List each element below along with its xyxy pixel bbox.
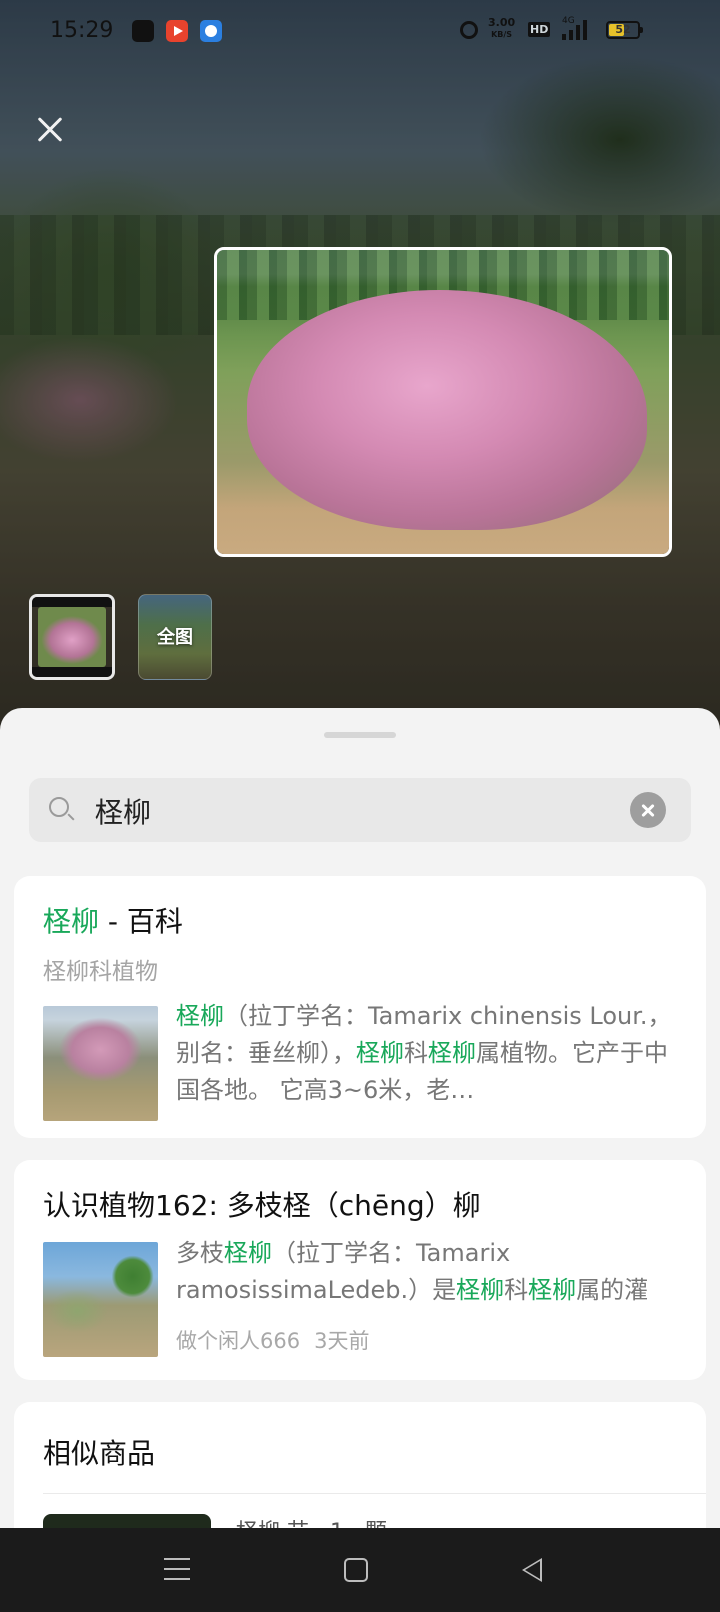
full-image-thumbnail[interactable]: 全图 bbox=[138, 594, 212, 680]
desc-part: 柽柳 bbox=[356, 1039, 404, 1067]
desc-part: 柽柳 bbox=[528, 1276, 577, 1304]
alarm-icon bbox=[460, 21, 478, 39]
desc-part: 柽柳 bbox=[176, 1002, 224, 1030]
network-speed: 3.00 KB/S bbox=[488, 17, 515, 40]
thumb-letterbox-top bbox=[32, 597, 112, 607]
qq-notification-icon bbox=[132, 20, 154, 42]
result-thumbnail bbox=[43, 1006, 158, 1121]
pink-shrub bbox=[247, 290, 647, 530]
network-speed-unit: KB/S bbox=[491, 30, 513, 39]
status-time: 15:29 bbox=[50, 18, 114, 43]
divider bbox=[43, 1493, 706, 1494]
result-description: 多枝柽柳（拉丁学名：Tamarix ramosissimaLedeb.）是柽柳科… bbox=[176, 1235, 672, 1309]
battery-icon: 52 bbox=[606, 21, 643, 39]
result-card-encyclopedia[interactable]: 柽柳 - 百科 柽柳科植物 柽柳（拉丁学名：Tamarix chinensis … bbox=[14, 876, 706, 1138]
similar-products-card: 相似商品 柽柳 苗 · 1 · 颗 bbox=[14, 1402, 706, 1528]
result-title: 认识植物162: 多枝柽（chēng）柳 bbox=[43, 1189, 481, 1222]
close-icon[interactable] bbox=[30, 110, 70, 150]
crop-thumbnail[interactable] bbox=[29, 594, 115, 680]
full-image-label: 全图 bbox=[157, 627, 193, 648]
result-title-suffix: - 百科 bbox=[99, 905, 183, 938]
back-icon[interactable] bbox=[522, 1558, 542, 1582]
similar-products-title: 相似商品 bbox=[43, 1437, 156, 1470]
hd-badge: HD bbox=[528, 22, 551, 37]
result-thumbnail bbox=[43, 1242, 158, 1357]
results-sheet: 柽柳 - 百科 柽柳科植物 柽柳（拉丁学名：Tamarix chinensis … bbox=[0, 708, 720, 1528]
search-bar[interactable] bbox=[29, 778, 691, 842]
search-icon bbox=[49, 797, 69, 817]
desc-part: 科 bbox=[404, 1039, 428, 1067]
thumb-letterbox-bottom bbox=[32, 667, 112, 677]
product-name[interactable]: 柽柳 苗 · 1 · 颗 bbox=[236, 1514, 387, 1528]
menu-icon[interactable] bbox=[164, 1558, 190, 1580]
cropped-plant-photo bbox=[217, 250, 669, 554]
browser-notification-icon bbox=[200, 20, 222, 42]
crop-thumbnail-image bbox=[38, 607, 106, 667]
network-speed-value: 3.00 bbox=[488, 16, 516, 29]
product-thumbnail[interactable] bbox=[43, 1514, 211, 1528]
desc-part: 柽柳 bbox=[456, 1276, 505, 1304]
result-title: 柽柳 - 百科 bbox=[43, 900, 183, 940]
result-time: 3天前 bbox=[314, 1329, 370, 1353]
status-bar: 15:29 3.00 KB/S HD 4G 52 bbox=[0, 0, 720, 64]
system-navigation-bar bbox=[0, 1528, 720, 1612]
home-icon[interactable] bbox=[344, 1558, 368, 1582]
video-app-notification-icon bbox=[166, 20, 188, 42]
result-meta: 做个闲人666 3天前 bbox=[176, 1325, 369, 1355]
result-description: 柽柳（拉丁学名：Tamarix chinensis Lour.，别名：垂丝柳），… bbox=[176, 998, 672, 1109]
search-input[interactable] bbox=[93, 790, 617, 832]
result-author[interactable]: 做个闲人666 bbox=[176, 1329, 300, 1353]
result-subtitle: 柽柳科植物 bbox=[43, 959, 158, 985]
sheet-drag-handle[interactable] bbox=[324, 732, 396, 738]
result-title-highlight: 柽柳 bbox=[43, 905, 100, 938]
battery-level: 52 bbox=[615, 23, 631, 36]
crop-selection-frame[interactable] bbox=[214, 247, 672, 557]
desc-part: 柽柳 bbox=[224, 1239, 272, 1267]
desc-part: 柽柳 bbox=[428, 1039, 476, 1067]
desc-part: 科 bbox=[504, 1276, 529, 1304]
desc-part: 多枝 bbox=[176, 1239, 224, 1267]
signal-strength-icon bbox=[562, 20, 588, 40]
clear-icon[interactable] bbox=[630, 792, 666, 828]
result-card-article[interactable]: 认识植物162: 多枝柽（chēng）柳 多枝柽柳（拉丁学名：Tamarix r… bbox=[14, 1160, 706, 1380]
